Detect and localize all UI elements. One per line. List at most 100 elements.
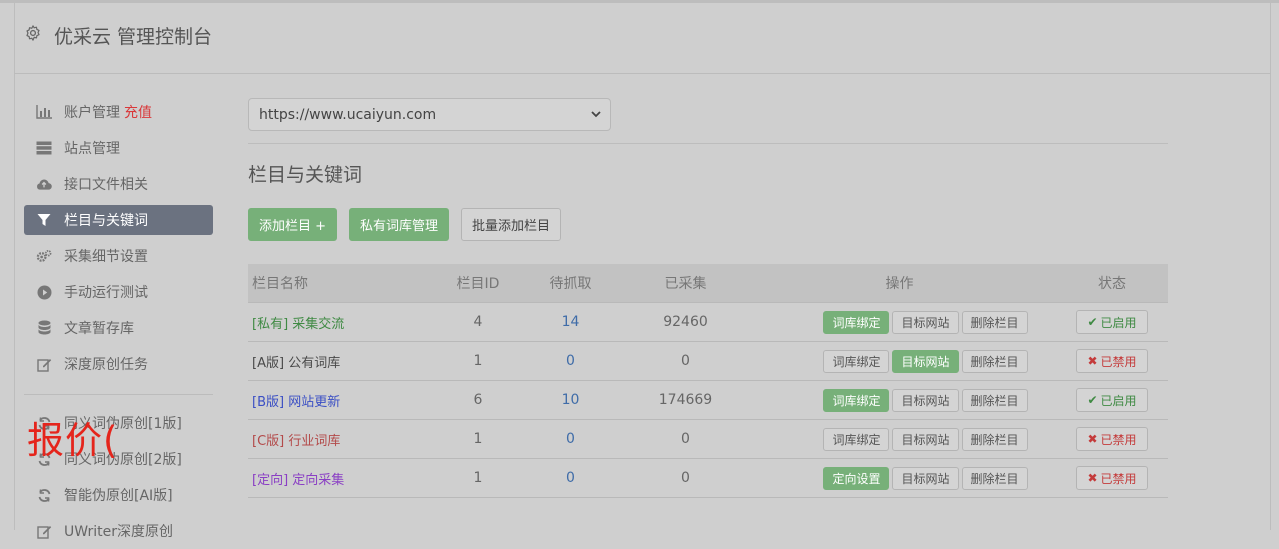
col-header-pending: 待抓取 [549,276,592,292]
sidebar-item-label: 接口文件相关 [64,177,148,193]
status-label: 已禁用 [1100,354,1137,369]
col-header-actions: 操作 [885,276,914,292]
status-label: 已禁用 [1100,432,1137,447]
lexicon-bind-button[interactable]: 定向设置 [823,466,890,490]
column-name-cell[interactable]: [定向] 定向采集 [248,458,443,498]
status-cell: ✖ 已禁用 [1056,458,1168,498]
status-toggle[interactable]: ✖ 已禁用 [1076,427,1148,451]
status-label: 已启用 [1100,393,1137,408]
app-title: 优采云 管理控制台 [54,26,213,48]
delete-column-button[interactable]: 删除栏目 [961,466,1028,490]
sidebar-item-interface[interactable]: 接口文件相关 [24,166,213,202]
lexicon-bind-button[interactable]: 词库绑定 [823,349,890,373]
status-cell: ✔ 已启用 [1056,380,1168,420]
refresh-icon [36,487,52,503]
column-name: 网站更新 [288,394,341,410]
delete-column-button[interactable]: 删除栏目 [961,310,1028,334]
column-name-cell[interactable]: [B版] 网站更新 [248,380,443,420]
column-name: 行业词库 [288,433,341,449]
sidebar-item-ai-original[interactable]: 智能伪原创[AI版] [24,477,213,513]
close-icon: ✖ [1087,354,1098,368]
target-site-button[interactable]: 目标网站 [892,466,959,490]
column-name: 定向采集 [292,472,345,488]
check-icon: ✔ [1087,393,1098,407]
table-row: [B版] 网站更新 6 10 174669 词库绑定 目标网站 删除栏目 ✔ 已启用 [248,380,1168,420]
collected-count: 174669 [628,380,743,420]
sidebar-item-collect-settings[interactable]: 采集细节设置 [24,238,213,274]
column-name-cell[interactable]: [C版] 行业词库 [248,419,443,459]
column-tag: [C版] [252,433,285,449]
column-name-cell[interactable]: [私有] 采集交流 [248,302,443,342]
chevron-down-icon [591,111,601,118]
actions-cell: 词库绑定 目标网站 删除栏目 [743,419,1056,459]
lexicon-bind-button[interactable]: 词库绑定 [823,310,890,334]
sidebar-item-columns[interactable]: 栏目与关键词 [24,205,213,235]
sidebar-item-label: 栏目与关键词 [64,213,148,229]
column-name-cell[interactable]: [A版] 公有词库 [248,341,443,381]
target-site-button[interactable]: 目标网站 [892,310,959,334]
status-toggle[interactable]: ✖ 已禁用 [1076,466,1148,490]
col-header-name: 栏目名称 [252,276,308,292]
delete-column-button[interactable]: 删除栏目 [961,349,1028,373]
column-id: 1 [443,341,513,381]
status-label: 已启用 [1100,315,1137,330]
page-title: 栏目与关键词 [248,164,363,186]
recharge-link[interactable]: 充值 [124,102,152,122]
pending-count[interactable]: 14 [513,302,628,342]
check-icon: ✔ [1087,315,1098,329]
collected-count: 0 [628,419,743,459]
delete-column-button[interactable]: 删除栏目 [961,388,1028,412]
sidebar: 账户管理 充值 站点管理 接口文件相关 栏目与关键词 采集细节设置 手动运行测试 [24,94,213,549]
column-tag: [定向] [252,472,289,488]
pending-count[interactable]: 0 [513,458,628,498]
status-cell: ✔ 已启用 [1056,302,1168,342]
column-id: 1 [443,419,513,459]
column-name: 公有词库 [288,355,341,371]
toolbar: 添加栏目 + 私有词库管理 批量添加栏目 [248,208,562,241]
target-site-button[interactable]: 目标网站 [892,427,959,451]
sidebar-item-label: 站点管理 [64,141,120,157]
lexicon-bind-button[interactable]: 词库绑定 [823,388,890,412]
pending-count[interactable]: 0 [513,419,628,459]
pending-count[interactable]: 0 [513,341,628,381]
main-content: https://www.ucaiyun.com 栏目与关键词 添加栏目 + 私有… [248,98,1168,498]
filter-icon [36,212,52,228]
column-tag: [A版] [252,355,285,371]
column-tag: [私有] [252,316,289,332]
status-toggle[interactable]: ✔ 已启用 [1076,388,1148,412]
column-name: 采集交流 [292,316,345,332]
gear-icon [26,25,40,41]
column-tag: [B版] [252,394,285,410]
sidebar-item-account[interactable]: 账户管理 充值 [24,94,213,130]
lexicon-bind-button[interactable]: 词库绑定 [823,427,890,451]
col-header-id: 栏目ID [456,276,500,292]
add-column-button[interactable]: 添加栏目 + [248,208,338,241]
target-site-button[interactable]: 目标网站 [892,388,959,412]
sidebar-item-label: 文章暂存库 [64,321,134,337]
site-select[interactable]: https://www.ucaiyun.com [248,98,611,131]
sidebar-item-manual-run[interactable]: 手动运行测试 [24,274,213,310]
divider [248,143,1168,144]
page-header: 优采云 管理控制台 [14,3,1271,74]
site-select-value: https://www.ucaiyun.com [259,106,437,123]
delete-column-button[interactable]: 删除栏目 [961,427,1028,451]
status-label: 已禁用 [1100,471,1137,486]
table-row: [私有] 采集交流 4 14 92460 词库绑定 目标网站 删除栏目 ✔ 已启用 [248,302,1168,342]
status-toggle[interactable]: ✔ 已启用 [1076,310,1148,334]
watermark-overlay: 报价( [27,419,119,462]
sidebar-item-deep-original[interactable]: 深度原创任务 [24,346,213,382]
sidebar-item-sites[interactable]: 站点管理 [24,130,213,166]
private-lexicon-button[interactable]: 私有词库管理 [349,208,450,241]
pending-count[interactable]: 10 [513,380,628,420]
target-site-button[interactable]: 目标网站 [892,349,959,373]
actions-cell: 词库绑定 目标网站 删除栏目 [743,341,1056,381]
status-toggle[interactable]: ✖ 已禁用 [1076,349,1148,373]
sidebar-item-label: 智能伪原创[AI版] [64,488,173,504]
batch-add-button[interactable]: 批量添加栏目 [461,208,562,241]
sidebar-item-uwriter[interactable]: UWriter深度原创 [24,513,213,549]
sidebar-item-label: 采集细节设置 [64,249,148,265]
close-icon: ✖ [1087,471,1098,485]
status-cell: ✖ 已禁用 [1056,341,1168,381]
sidebar-item-article-store[interactable]: 文章暂存库 [24,310,213,346]
actions-cell: 词库绑定 目标网站 删除栏目 [743,302,1056,342]
